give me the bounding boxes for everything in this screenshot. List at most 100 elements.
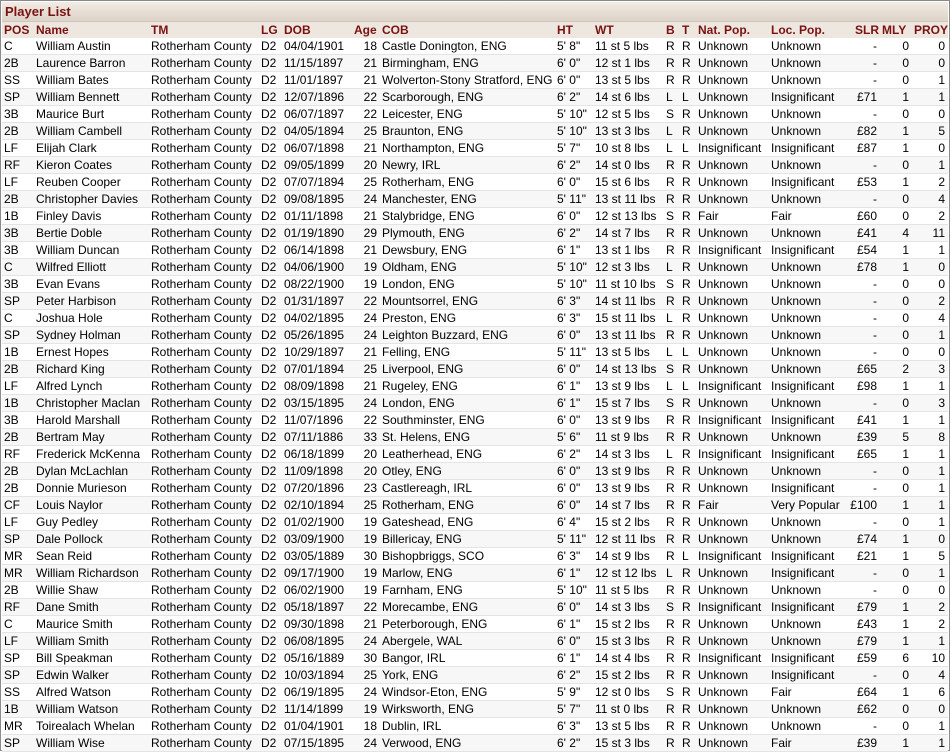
table-row[interactable]: MR Sean Reid Rotherham County D2 03/05/1889 3… bbox=[2, 548, 948, 565]
cell-proy: 1 bbox=[938, 498, 945, 512]
table-row[interactable]: LF Guy Pedley Rotherham County D2 01/02/1900… bbox=[2, 514, 948, 531]
cell-throws: R bbox=[682, 583, 691, 597]
cell-slr: - bbox=[873, 192, 877, 206]
cell-team: Rotherham County bbox=[151, 311, 252, 325]
cell-age: 20 bbox=[363, 464, 377, 478]
table-row[interactable]: C William Austin Rotherham County D2 04/04/1… bbox=[2, 38, 948, 55]
table-row[interactable]: RF Dane Smith Rotherham County D2 05/18/1897… bbox=[2, 599, 948, 616]
col-header-mly[interactable]: MLY bbox=[882, 23, 906, 37]
cell-slr: £59 bbox=[856, 651, 877, 665]
table-row[interactable]: SP William Bennett Rotherham County D2 12/07… bbox=[2, 89, 948, 106]
cell-mly: 2 bbox=[902, 362, 909, 376]
table-row[interactable]: 3B Evan Evans Rotherham County D2 08/22/1900… bbox=[2, 276, 948, 293]
cell-mly: 1 bbox=[902, 736, 909, 750]
col-header-t[interactable]: T bbox=[682, 23, 689, 37]
table-row[interactable]: SP Peter Harbison Rotherham County D2 01/31/… bbox=[2, 293, 948, 310]
table-row[interactable]: MR William Richardson Rotherham County D2 09… bbox=[2, 565, 948, 582]
table-row[interactable]: SP Sydney Holman Rotherham County D2 05/26/1… bbox=[2, 327, 948, 344]
col-header-wt[interactable]: WT bbox=[595, 23, 614, 37]
table-row[interactable]: LF Alfred Lynch Rotherham County D2 08/09/18… bbox=[2, 378, 948, 395]
table-row[interactable]: C Maurice Smith Rotherham County D2 09/30/18… bbox=[2, 616, 948, 633]
table-row[interactable]: SS Alfred Watson Rotherham County D2 06/19/1… bbox=[2, 684, 948, 701]
cell-pos: 2B bbox=[4, 481, 19, 495]
table-row[interactable]: SP Dale Pollock Rotherham County D2 03/09/19… bbox=[2, 531, 948, 548]
table-row[interactable]: RF Kieron Coates Rotherham County D2 09/05/1… bbox=[2, 157, 948, 174]
table-row[interactable]: LF William Smith Rotherham County D2 06/08/1… bbox=[2, 633, 948, 650]
cell-loc-pop: Unknown bbox=[771, 430, 822, 444]
cell-weight: 13 st 5 lbs bbox=[595, 719, 650, 733]
cell-team: Rotherham County bbox=[151, 294, 252, 308]
table-row[interactable]: 3B Bertie Doble Rotherham County D2 01/19/18… bbox=[2, 225, 948, 242]
col-header-ht[interactable]: HT bbox=[557, 23, 573, 37]
col-header-b[interactable]: B bbox=[666, 23, 675, 37]
col-header-proy[interactable]: PROY bbox=[914, 23, 948, 37]
cell-bats: R bbox=[666, 226, 675, 240]
table-row[interactable]: SP William Wise Rotherham County D2 07/15/18… bbox=[2, 735, 948, 752]
table-row[interactable]: MR Toirealach Whelan Rotherham County D2 01/… bbox=[2, 718, 948, 735]
cell-league: D2 bbox=[261, 447, 277, 461]
table-row[interactable]: 2B William Cambell Rotherham County D2 04/05… bbox=[2, 123, 948, 140]
table-row[interactable]: 2B Laurence Barron Rotherham County D2 11/15… bbox=[2, 55, 948, 72]
table-row[interactable]: 2B Christopher Davies Rotherham County D2 09… bbox=[2, 191, 948, 208]
table-row[interactable]: C Joshua Hole Rotherham County D2 04/02/1895… bbox=[2, 310, 948, 327]
col-header-loc-pop[interactable]: Loc. Pop. bbox=[771, 23, 825, 37]
cell-team: Rotherham County bbox=[151, 413, 252, 427]
table-row[interactable]: 2B Willie Shaw Rotherham County D2 06/02/190… bbox=[2, 582, 948, 599]
cell-height: 6' 0" bbox=[557, 413, 581, 427]
col-header-dob[interactable]: DOB bbox=[284, 23, 311, 37]
cell-bats: R bbox=[666, 634, 675, 648]
cell-bats: R bbox=[666, 413, 675, 427]
cell-team: Rotherham County bbox=[151, 107, 252, 121]
cell-slr: - bbox=[873, 345, 877, 359]
cell-league: D2 bbox=[261, 498, 277, 512]
col-header-age[interactable]: Age bbox=[354, 23, 377, 37]
table-row[interactable]: RF Frederick McKenna Rotherham County D2 06/… bbox=[2, 446, 948, 463]
table-row[interactable]: SS William Bates Rotherham County D2 11/01/1… bbox=[2, 72, 948, 89]
table-row[interactable]: 3B Harold Marshall Rotherham County D2 11/07… bbox=[2, 412, 948, 429]
table-row[interactable]: 1B Finley Davis Rotherham County D2 01/11/18… bbox=[2, 208, 948, 225]
cell-cob: Dewsbury, ENG bbox=[382, 243, 468, 257]
cell-age: 25 bbox=[363, 498, 377, 512]
cell-age: 19 bbox=[363, 515, 377, 529]
table-row[interactable]: 2B Donnie Murieson Rotherham County D2 07/20… bbox=[2, 480, 948, 497]
col-header-cob[interactable]: COB bbox=[382, 23, 409, 37]
table-row[interactable]: SP Edwin Walker Rotherham County D2 10/03/18… bbox=[2, 667, 948, 684]
table-row[interactable]: C Wilfred Elliott Rotherham County D2 04/06/… bbox=[2, 259, 948, 276]
cell-team: Rotherham County bbox=[151, 736, 252, 750]
cell-team: Rotherham County bbox=[151, 498, 252, 512]
cell-proy: 1 bbox=[938, 73, 945, 87]
table-row[interactable]: 2B Bertram May Rotherham County D2 07/11/188… bbox=[2, 429, 948, 446]
table-row[interactable]: 2B Richard King Rotherham County D2 07/01/18… bbox=[2, 361, 948, 378]
cell-dob: 01/11/1898 bbox=[284, 209, 344, 223]
cell-name: William Bennett bbox=[36, 90, 120, 104]
table-row[interactable]: 1B Ernest Hopes Rotherham County D2 10/29/18… bbox=[2, 344, 948, 361]
table-row[interactable]: 3B William Duncan Rotherham County D2 06/14/… bbox=[2, 242, 948, 259]
table-row[interactable]: 1B Christopher Maclan Rotherham County D2 03… bbox=[2, 395, 948, 412]
table-row[interactable]: SP Bill Speakman Rotherham County D2 05/16/1… bbox=[2, 650, 948, 667]
col-header-lg[interactable]: LG bbox=[261, 23, 278, 37]
table-row[interactable]: CF Louis Naylor Rotherham County D2 02/10/18… bbox=[2, 497, 948, 514]
table-row[interactable]: 1B William Watson Rotherham County D2 11/14/… bbox=[2, 701, 948, 718]
table-row[interactable]: LF Elijah Clark Rotherham County D2 06/07/18… bbox=[2, 140, 948, 157]
cell-dob: 02/10/1894 bbox=[284, 498, 345, 512]
col-header-pos[interactable]: POS bbox=[4, 23, 29, 37]
col-header-nat-pop[interactable]: Nat. Pop. bbox=[698, 23, 750, 37]
cell-league: D2 bbox=[261, 56, 277, 70]
cell-dob: 09/08/1895 bbox=[284, 192, 345, 206]
cell-cob: Dublin, IRL bbox=[382, 719, 442, 733]
col-header-slr[interactable]: SLR bbox=[855, 23, 879, 37]
cell-slr: - bbox=[873, 583, 877, 597]
col-header-name[interactable]: Name bbox=[36, 23, 69, 37]
cell-pos: 1B bbox=[4, 396, 19, 410]
cell-name: Kieron Coates bbox=[36, 158, 113, 172]
cell-throws: R bbox=[682, 277, 691, 291]
col-header-tm[interactable]: TM bbox=[151, 23, 168, 37]
cell-bats: R bbox=[666, 583, 675, 597]
table-row[interactable]: 2B Dylan McLachlan Rotherham County D2 11/09… bbox=[2, 463, 948, 480]
cell-league: D2 bbox=[261, 736, 277, 750]
table-row[interactable]: LF Reuben Cooper Rotherham County D2 07/07/1… bbox=[2, 174, 948, 191]
cell-mly: 4 bbox=[902, 226, 909, 240]
table-row[interactable]: 3B Maurice Burt Rotherham County D2 06/07/18… bbox=[2, 106, 948, 123]
cell-league: D2 bbox=[261, 583, 277, 597]
cell-age: 22 bbox=[363, 600, 377, 614]
